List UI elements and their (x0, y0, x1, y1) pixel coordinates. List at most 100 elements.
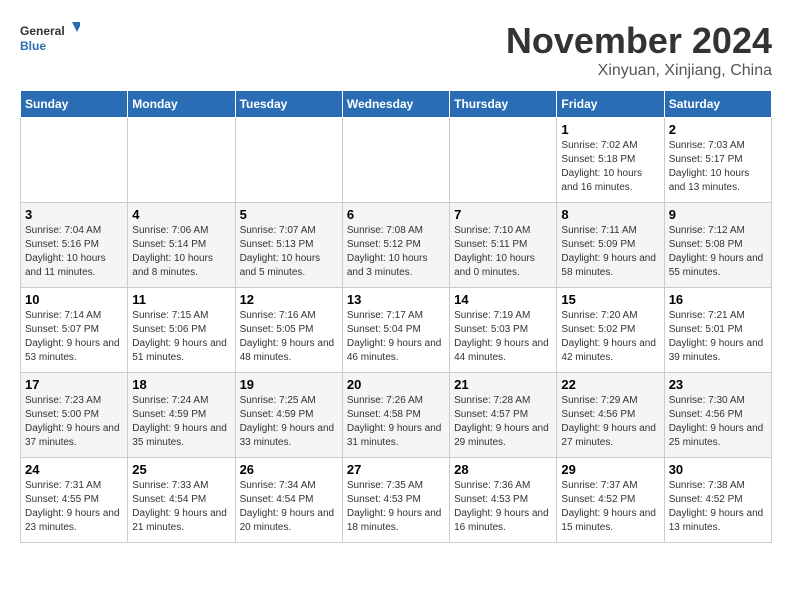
day-info: Sunrise: 7:26 AM Sunset: 4:58 PM Dayligh… (347, 394, 445, 450)
day-info: Sunrise: 7:10 AM Sunset: 5:11 PM Dayligh… (454, 224, 552, 280)
calendar-cell: 14 Sunrise: 7:19 AM Sunset: 5:03 PM Dayli… (450, 288, 557, 373)
day-number: 14 (454, 292, 552, 307)
day-number: 10 (25, 292, 123, 307)
day-info: Sunrise: 7:03 AM Sunset: 5:17 PM Dayligh… (669, 139, 767, 195)
calendar-cell (128, 118, 235, 203)
weekday-header-row: SundayMondayTuesdayWednesdayThursdayFrid… (21, 91, 772, 118)
day-number: 21 (454, 377, 552, 392)
calendar-cell: 21 Sunrise: 7:28 AM Sunset: 4:57 PM Dayli… (450, 373, 557, 458)
day-info: Sunrise: 7:33 AM Sunset: 4:54 PM Dayligh… (132, 479, 230, 535)
day-info: Sunrise: 7:28 AM Sunset: 4:57 PM Dayligh… (454, 394, 552, 450)
title-area: November 2024 Xinyuan, Xinjiang, China (506, 20, 772, 80)
calendar-cell: 1 Sunrise: 7:02 AM Sunset: 5:18 PM Daylig… (557, 118, 664, 203)
calendar-week-row: 17 Sunrise: 7:23 AM Sunset: 5:00 PM Dayli… (21, 373, 772, 458)
day-number: 1 (561, 122, 659, 137)
day-info: Sunrise: 7:35 AM Sunset: 4:53 PM Dayligh… (347, 479, 445, 535)
calendar-cell: 11 Sunrise: 7:15 AM Sunset: 5:06 PM Dayli… (128, 288, 235, 373)
day-info: Sunrise: 7:37 AM Sunset: 4:52 PM Dayligh… (561, 479, 659, 535)
day-number: 26 (240, 462, 338, 477)
day-number: 9 (669, 207, 767, 222)
calendar-cell: 16 Sunrise: 7:21 AM Sunset: 5:01 PM Dayli… (664, 288, 771, 373)
calendar-cell: 15Sunrise: 7:20 AM Sunset: 5:02 PM Dayli… (557, 288, 664, 373)
day-number: 22 (561, 377, 659, 392)
calendar-cell: 28 Sunrise: 7:36 AM Sunset: 4:53 PM Dayli… (450, 458, 557, 543)
calendar-cell: 29Sunrise: 7:37 AM Sunset: 4:52 PM Dayli… (557, 458, 664, 543)
calendar-cell: 19 Sunrise: 7:25 AM Sunset: 4:59 PM Dayli… (235, 373, 342, 458)
day-number: 19 (240, 377, 338, 392)
day-info: Sunrise: 7:25 AM Sunset: 4:59 PM Dayligh… (240, 394, 338, 450)
calendar-table: SundayMondayTuesdayWednesdayThursdayFrid… (20, 90, 772, 543)
day-number: 15 (561, 292, 659, 307)
logo-svg: General Blue (20, 20, 80, 60)
day-info: Sunrise: 7:36 AM Sunset: 4:53 PM Dayligh… (454, 479, 552, 535)
day-number: 4 (132, 207, 230, 222)
day-info: Sunrise: 7:29 AM Sunset: 4:56 PM Dayligh… (561, 394, 659, 450)
calendar-cell (21, 118, 128, 203)
weekday-header: Monday (128, 91, 235, 118)
day-info: Sunrise: 7:07 AM Sunset: 5:13 PM Dayligh… (240, 224, 338, 280)
location-title: Xinyuan, Xinjiang, China (506, 62, 772, 80)
weekday-header: Thursday (450, 91, 557, 118)
day-number: 7 (454, 207, 552, 222)
calendar-cell: 20 Sunrise: 7:26 AM Sunset: 4:58 PM Dayli… (342, 373, 449, 458)
day-number: 17 (25, 377, 123, 392)
day-info: Sunrise: 7:24 AM Sunset: 4:59 PM Dayligh… (132, 394, 230, 450)
day-number: 13 (347, 292, 445, 307)
day-info: Sunrise: 7:02 AM Sunset: 5:18 PM Dayligh… (561, 139, 659, 195)
calendar-cell: 9 Sunrise: 7:12 AM Sunset: 5:08 PM Daylig… (664, 203, 771, 288)
day-info: Sunrise: 7:12 AM Sunset: 5:08 PM Dayligh… (669, 224, 767, 280)
day-info: Sunrise: 7:14 AM Sunset: 5:07 PM Dayligh… (25, 309, 123, 365)
weekday-header: Friday (557, 91, 664, 118)
header: General Blue November 2024 Xinyuan, Xinj… (20, 20, 772, 80)
svg-text:Blue: Blue (20, 39, 46, 53)
calendar-cell: 6 Sunrise: 7:08 AM Sunset: 5:12 PM Daylig… (342, 203, 449, 288)
day-info: Sunrise: 7:04 AM Sunset: 5:16 PM Dayligh… (25, 224, 123, 280)
calendar-cell (450, 118, 557, 203)
day-number: 2 (669, 122, 767, 137)
day-info: Sunrise: 7:17 AM Sunset: 5:04 PM Dayligh… (347, 309, 445, 365)
calendar-cell: 24Sunrise: 7:31 AM Sunset: 4:55 PM Dayli… (21, 458, 128, 543)
calendar-week-row: 10 Sunrise: 7:14 AM Sunset: 5:07 PM Dayli… (21, 288, 772, 373)
weekday-header: Wednesday (342, 91, 449, 118)
day-number: 3 (25, 207, 123, 222)
calendar-cell (342, 118, 449, 203)
day-info: Sunrise: 7:06 AM Sunset: 5:14 PM Dayligh… (132, 224, 230, 280)
calendar-week-row: 24Sunrise: 7:31 AM Sunset: 4:55 PM Dayli… (21, 458, 772, 543)
day-info: Sunrise: 7:21 AM Sunset: 5:01 PM Dayligh… (669, 309, 767, 365)
calendar-cell (235, 118, 342, 203)
day-info: Sunrise: 7:15 AM Sunset: 5:06 PM Dayligh… (132, 309, 230, 365)
calendar-cell: 30Sunrise: 7:38 AM Sunset: 4:52 PM Dayli… (664, 458, 771, 543)
day-info: Sunrise: 7:30 AM Sunset: 4:56 PM Dayligh… (669, 394, 767, 450)
calendar-cell: 8Sunrise: 7:11 AM Sunset: 5:09 PM Daylig… (557, 203, 664, 288)
day-info: Sunrise: 7:34 AM Sunset: 4:54 PM Dayligh… (240, 479, 338, 535)
svg-text:General: General (20, 24, 65, 38)
calendar-cell: 13 Sunrise: 7:17 AM Sunset: 5:04 PM Dayli… (342, 288, 449, 373)
calendar-week-row: 1 Sunrise: 7:02 AM Sunset: 5:18 PM Daylig… (21, 118, 772, 203)
calendar-cell: 7 Sunrise: 7:10 AM Sunset: 5:11 PM Daylig… (450, 203, 557, 288)
day-number: 27 (347, 462, 445, 477)
day-number: 20 (347, 377, 445, 392)
day-number: 12 (240, 292, 338, 307)
day-number: 16 (669, 292, 767, 307)
weekday-header: Saturday (664, 91, 771, 118)
day-number: 18 (132, 377, 230, 392)
calendar-cell: 26 Sunrise: 7:34 AM Sunset: 4:54 PM Dayli… (235, 458, 342, 543)
day-number: 23 (669, 377, 767, 392)
calendar-week-row: 3 Sunrise: 7:04 AM Sunset: 5:16 PM Daylig… (21, 203, 772, 288)
calendar-cell: 2 Sunrise: 7:03 AM Sunset: 5:17 PM Daylig… (664, 118, 771, 203)
day-info: Sunrise: 7:31 AM Sunset: 4:55 PM Dayligh… (25, 479, 123, 535)
calendar-cell: 10 Sunrise: 7:14 AM Sunset: 5:07 PM Dayli… (21, 288, 128, 373)
day-number: 6 (347, 207, 445, 222)
day-number: 28 (454, 462, 552, 477)
day-info: Sunrise: 7:23 AM Sunset: 5:00 PM Dayligh… (25, 394, 123, 450)
weekday-header: Tuesday (235, 91, 342, 118)
day-info: Sunrise: 7:19 AM Sunset: 5:03 PM Dayligh… (454, 309, 552, 365)
month-title: November 2024 (506, 20, 772, 62)
calendar-cell: 4 Sunrise: 7:06 AM Sunset: 5:14 PM Daylig… (128, 203, 235, 288)
day-info: Sunrise: 7:16 AM Sunset: 5:05 PM Dayligh… (240, 309, 338, 365)
day-number: 11 (132, 292, 230, 307)
calendar-cell: 3 Sunrise: 7:04 AM Sunset: 5:16 PM Daylig… (21, 203, 128, 288)
calendar-cell: 18 Sunrise: 7:24 AM Sunset: 4:59 PM Dayli… (128, 373, 235, 458)
day-number: 8 (561, 207, 659, 222)
day-info: Sunrise: 7:08 AM Sunset: 5:12 PM Dayligh… (347, 224, 445, 280)
